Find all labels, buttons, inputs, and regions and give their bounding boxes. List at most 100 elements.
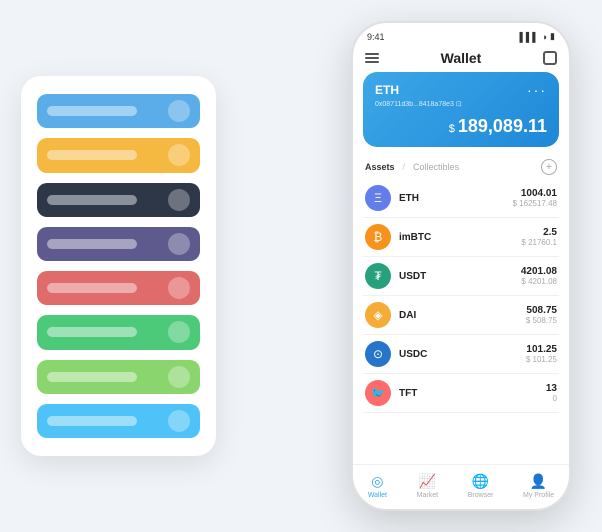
- wifi-icon: ◑: [542, 32, 547, 42]
- card-icon: [168, 277, 190, 299]
- card-icon: [168, 100, 190, 122]
- nav-icon-profile: 👤: [530, 473, 547, 490]
- asset-amount: 4201.08: [521, 266, 557, 277]
- card-label: [47, 283, 137, 293]
- nav-item-browser[interactable]: 🌐 Browser: [468, 473, 494, 499]
- wallet-card-green[interactable]: [37, 315, 200, 349]
- asset-values: 101.25 $ 101.25: [526, 344, 557, 364]
- asset-item[interactable]: 🐦 TFT 13 0: [363, 374, 559, 413]
- asset-name: ETH: [399, 193, 513, 204]
- wallet-card-light-green[interactable]: [37, 360, 200, 394]
- scene: 9:41 ▌▌▌ ◑ ▮ Wallet ETH ··· 0x08711d3b..: [11, 11, 591, 521]
- signal-icon: ▌▌▌: [519, 32, 538, 42]
- battery-icon: ▮: [550, 31, 555, 42]
- nav-item-profile[interactable]: 👤 My Profile: [523, 473, 554, 499]
- asset-values: 508.75 $ 508.75: [526, 305, 557, 325]
- status-time: 9:41: [367, 32, 385, 42]
- wallet-card-sky[interactable]: [37, 404, 200, 438]
- wallet-card-red[interactable]: [37, 271, 200, 305]
- asset-name: USDT: [399, 271, 521, 282]
- asset-list: Ξ ETH 1004.01 $ 162517.48 ₿ imBTC 2.5 $ …: [353, 179, 569, 464]
- hamburger-line: [365, 57, 379, 59]
- card-icon: [168, 321, 190, 343]
- asset-usd-value: 0: [546, 394, 557, 403]
- tab-assets[interactable]: Assets: [365, 162, 395, 172]
- eth-balance-value: 189,089.11: [458, 116, 547, 136]
- asset-item[interactable]: ⊙ USDC 101.25 $ 101.25: [363, 335, 559, 374]
- asset-amount: 101.25: [526, 344, 557, 355]
- card-icon: [168, 233, 190, 255]
- asset-name: TFT: [399, 388, 546, 399]
- phone-mockup: 9:41 ▌▌▌ ◑ ▮ Wallet ETH ··· 0x08711d3b..: [351, 21, 571, 511]
- eth-balance: $189,089.11: [375, 116, 547, 137]
- status-icons: ▌▌▌ ◑ ▮: [519, 31, 555, 42]
- asset-values: 2.5 $ 21760.1: [521, 227, 557, 247]
- hamburger-line: [365, 53, 379, 55]
- nav-icon-wallet: ◎: [371, 473, 383, 490]
- card-label: [47, 195, 137, 205]
- wallet-card-dark[interactable]: [37, 183, 200, 217]
- assets-header: Assets / Collectibles +: [353, 155, 569, 179]
- card-icon: [168, 144, 190, 166]
- eth-card-header: ETH ···: [375, 82, 547, 98]
- eth-card[interactable]: ETH ··· 0x08711d3b...8418a78e3 ⊡ $189,08…: [363, 72, 559, 147]
- eth-currency-symbol: $: [449, 123, 455, 135]
- nav-item-wallet[interactable]: ◎ Wallet: [368, 473, 387, 499]
- asset-values: 1004.01 $ 162517.48: [513, 188, 558, 208]
- asset-icon-eth: Ξ: [365, 185, 391, 211]
- asset-values: 13 0: [546, 383, 557, 403]
- card-icon: [168, 410, 190, 432]
- card-label: [47, 150, 137, 160]
- add-asset-button[interactable]: +: [541, 159, 557, 175]
- asset-item[interactable]: Ξ ETH 1004.01 $ 162517.48: [363, 179, 559, 218]
- asset-amount: 508.75: [526, 305, 557, 316]
- asset-icon-usdt: ₮: [365, 263, 391, 289]
- assets-tabs: Assets / Collectibles: [365, 162, 459, 172]
- asset-item[interactable]: ₿ imBTC 2.5 $ 21760.1: [363, 218, 559, 257]
- wallet-card-purple[interactable]: [37, 227, 200, 261]
- asset-icon-usdc: ⊙: [365, 341, 391, 367]
- nav-label-browser: Browser: [468, 492, 494, 499]
- nav-icon-browser: 🌐: [472, 473, 489, 490]
- eth-address: 0x08711d3b...8418a78e3 ⊡: [375, 100, 547, 108]
- menu-icon[interactable]: [365, 53, 379, 63]
- wallet-card-panel: [21, 76, 216, 456]
- card-label: [47, 239, 137, 249]
- hamburger-line: [365, 61, 379, 63]
- status-bar: 9:41 ▌▌▌ ◑ ▮: [353, 23, 569, 46]
- nav-label-wallet: Wallet: [368, 492, 387, 499]
- nav-item-market[interactable]: 📈 Market: [417, 473, 438, 499]
- asset-amount: 13: [546, 383, 557, 394]
- card-icon: [168, 189, 190, 211]
- asset-name: imBTC: [399, 232, 521, 243]
- wallet-card-yellow[interactable]: [37, 138, 200, 172]
- asset-usd-value: $ 162517.48: [513, 199, 558, 208]
- card-label: [47, 416, 137, 426]
- wallet-card-blue[interactable]: [37, 94, 200, 128]
- asset-name: USDC: [399, 349, 526, 360]
- bottom-nav: ◎ Wallet 📈 Market 🌐 Browser 👤 My Profile: [353, 464, 569, 509]
- eth-options-dots[interactable]: ···: [527, 82, 547, 98]
- asset-icon-dai: ◈: [365, 302, 391, 328]
- asset-usd-value: $ 21760.1: [521, 238, 557, 247]
- nav-icon-market: 📈: [419, 473, 436, 490]
- phone-header: Wallet: [353, 46, 569, 72]
- asset-icon-imbtc: ₿: [365, 224, 391, 250]
- card-label: [47, 372, 137, 382]
- card-label: [47, 327, 137, 337]
- nav-label-market: Market: [417, 492, 438, 499]
- asset-amount: 2.5: [521, 227, 557, 238]
- page-title: Wallet: [441, 50, 482, 66]
- card-label: [47, 106, 137, 116]
- tab-collectibles[interactable]: Collectibles: [413, 162, 459, 172]
- asset-item[interactable]: ₮ USDT 4201.08 $ 4201.08: [363, 257, 559, 296]
- expand-icon[interactable]: [543, 51, 557, 65]
- asset-name: DAI: [399, 310, 526, 321]
- asset-usd-value: $ 4201.08: [521, 277, 557, 286]
- asset-icon-tft: 🐦: [365, 380, 391, 406]
- asset-item[interactable]: ◈ DAI 508.75 $ 508.75: [363, 296, 559, 335]
- card-icon: [168, 366, 190, 388]
- asset-amount: 1004.01: [513, 188, 558, 199]
- asset-values: 4201.08 $ 4201.08: [521, 266, 557, 286]
- nav-label-profile: My Profile: [523, 492, 554, 499]
